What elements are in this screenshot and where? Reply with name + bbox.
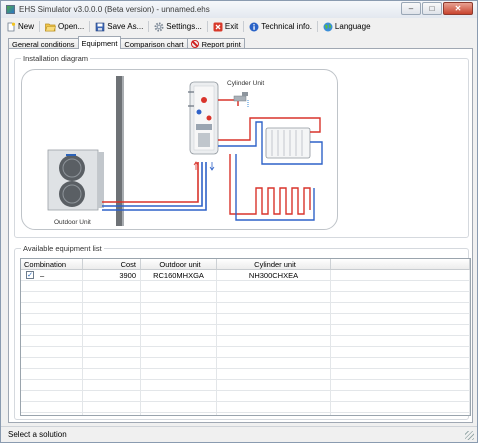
no-entry-icon: [190, 40, 199, 48]
toolbar-separator: [316, 21, 318, 32]
underfloor-heating-coil: [246, 187, 315, 221]
table-row: [21, 347, 470, 358]
settings-button[interactable]: Settings...: [151, 19, 205, 34]
toolbar-separator: [243, 21, 245, 32]
minimize-button[interactable]: –: [401, 2, 421, 15]
app-icon: [6, 5, 15, 14]
save-icon: [95, 22, 105, 31]
table-row: [21, 292, 470, 303]
equipment-tab-panel: Installation diagram Outdoor Unit Cylind…: [8, 48, 473, 423]
table-row: [21, 303, 470, 314]
toolbar-separator: [148, 21, 150, 32]
language-button[interactable]: Language: [320, 19, 374, 34]
toolbar-separator: [39, 21, 41, 32]
main-window: EHS Simulator v3.0.0.0 (Beta version) - …: [0, 0, 478, 443]
table-row: [21, 358, 470, 369]
toolbar: New Open... Save As... Settings... Exit …: [3, 19, 475, 34]
table-row: [21, 413, 470, 415]
table-row[interactable]: ✓ – 3900 RC160MHXGA NH300CHXEA: [21, 270, 470, 281]
close-button[interactable]: ✕: [443, 2, 473, 15]
technical-info-label: Technical info.: [261, 22, 312, 31]
column-cost[interactable]: Cost: [83, 259, 141, 269]
faucet: [218, 92, 249, 108]
combination-value: –: [40, 270, 45, 280]
installation-diagram: Outdoor Unit Cylinder Unit: [21, 69, 338, 230]
save-as-label: Save As...: [107, 22, 144, 31]
tab-equipment[interactable]: Equipment: [77, 36, 122, 49]
open-button[interactable]: Open...: [42, 19, 87, 34]
column-cylinder-unit[interactable]: Cylinder unit: [217, 259, 331, 269]
resize-grip[interactable]: [465, 431, 474, 440]
exit-icon: [213, 22, 223, 31]
open-folder-icon: [45, 23, 56, 31]
installation-diagram-title: Installation diagram: [21, 54, 91, 63]
globe-icon: [323, 22, 333, 31]
exit-label: Exit: [224, 22, 239, 31]
installation-diagram-drawing: Outdoor Unit Cylinder Unit: [47, 76, 323, 226]
window-controls: – □ ✕: [401, 2, 473, 15]
table-row: [21, 391, 470, 402]
cylinder-unit-label: Cylinder Unit: [227, 80, 264, 87]
new-button[interactable]: New: [3, 19, 37, 34]
info-icon: [249, 22, 259, 31]
table-row: [21, 314, 470, 325]
toolbar-separator: [89, 21, 91, 32]
cost-cell: 3900: [83, 270, 141, 280]
gear-icon: [154, 22, 164, 31]
status-bar: Select a solution: [1, 426, 477, 442]
cylinder-unit: [188, 81, 219, 155]
save-as-button[interactable]: Save As...: [92, 19, 146, 34]
technical-info-button[interactable]: Technical info.: [246, 19, 315, 34]
table-row: [21, 402, 470, 413]
settings-label: Settings...: [166, 22, 202, 31]
language-label: Language: [334, 22, 371, 31]
column-outdoor-unit[interactable]: Outdoor unit: [141, 259, 217, 269]
status-text: Select a solution: [8, 430, 67, 439]
radiator: [265, 127, 311, 159]
outdoor-unit-cell: RC160MHXGA: [141, 270, 217, 280]
new-label: New: [18, 22, 35, 31]
table-row: [21, 336, 470, 347]
cylinder-unit-cell: NH300CHXEA: [217, 270, 331, 280]
table-body: ✓ – 3900 RC160MHXGA NH300CHXEA: [21, 270, 470, 415]
new-document-icon: [7, 22, 16, 31]
title-bar[interactable]: EHS Simulator v3.0.0.0 (Beta version) - …: [1, 1, 477, 18]
outdoor-unit: [47, 149, 104, 211]
equipment-list-title: Available equipment list: [21, 244, 104, 253]
maximize-button[interactable]: □: [422, 2, 442, 15]
column-extra: [331, 259, 470, 269]
table-row: [21, 325, 470, 336]
table-header: Combination Cost Outdoor unit Cylinder u…: [21, 259, 470, 270]
table-row: [21, 380, 470, 391]
toolbar-separator: [206, 21, 208, 32]
exit-button[interactable]: Exit: [210, 19, 241, 34]
equipment-list-group: Available equipment list Combination Cos…: [14, 244, 471, 420]
column-combination[interactable]: Combination: [21, 259, 83, 269]
open-label: Open...: [58, 22, 85, 31]
window-title: EHS Simulator v3.0.0.0 (Beta version) - …: [19, 5, 210, 14]
installation-diagram-group: Installation diagram Outdoor Unit Cylind…: [14, 54, 469, 238]
row-checkbox[interactable]: ✓: [26, 271, 34, 279]
wall: [116, 76, 122, 226]
flow-arrows: [193, 161, 215, 171]
equipment-table[interactable]: Combination Cost Outdoor unit Cylinder u…: [20, 258, 471, 416]
combination-cell: ✓ –: [21, 270, 83, 280]
table-row: [21, 369, 470, 380]
outdoor-unit-label: Outdoor Unit: [54, 219, 91, 226]
extra-cell: [331, 270, 470, 280]
table-row: [21, 281, 470, 292]
